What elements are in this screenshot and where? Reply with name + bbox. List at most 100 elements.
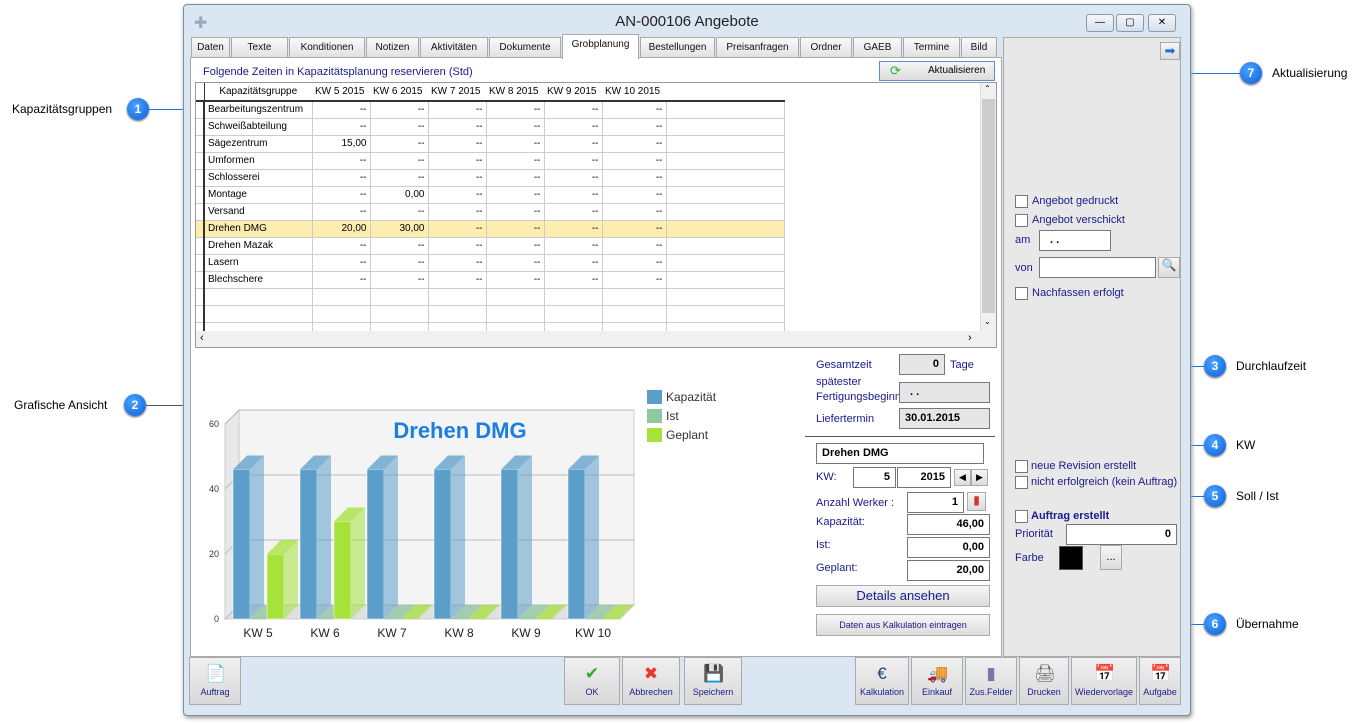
- kw-field[interactable]: 5: [853, 467, 896, 488]
- table-cell[interactable]: Montage: [204, 186, 313, 204]
- table-cell[interactable]: --: [544, 254, 603, 272]
- table-cell[interactable]: --: [486, 254, 545, 272]
- auftrag-erstellt-checkbox[interactable]: [1015, 510, 1028, 523]
- zus-button[interactable]: ▮ Zus.Felder: [965, 657, 1017, 705]
- table-cell[interactable]: --: [428, 152, 487, 170]
- table-cell[interactable]: --: [428, 135, 487, 153]
- tab-konditionen[interactable]: Konditionen: [289, 37, 365, 58]
- scroll-up-icon[interactable]: ⌃: [984, 84, 991, 93]
- tab-texte[interactable]: Texte: [231, 37, 288, 58]
- table-cell[interactable]: --: [370, 237, 429, 255]
- forward-arrow-button[interactable]: ➡: [1160, 42, 1180, 60]
- table-cell[interactable]: --: [544, 135, 603, 153]
- table-cell[interactable]: --: [370, 101, 429, 119]
- table-cell[interactable]: --: [544, 203, 603, 221]
- von-field[interactable]: [1039, 257, 1156, 278]
- table-cell[interactable]: 20,00: [312, 220, 371, 238]
- table-cell[interactable]: --: [312, 118, 371, 136]
- tab-gaeb[interactable]: GAEB: [853, 37, 902, 58]
- table-cell[interactable]: --: [312, 254, 371, 272]
- table-cell[interactable]: --: [602, 152, 667, 170]
- table-cell[interactable]: --: [486, 118, 545, 136]
- scrollbar-thumb[interactable]: [982, 99, 995, 313]
- color-swatch[interactable]: [1059, 546, 1083, 570]
- table-cell[interactable]: --: [486, 203, 545, 221]
- table-cell[interactable]: Drehen Mazak: [204, 237, 313, 255]
- speichern-button[interactable]: 💾 Speichern: [684, 657, 742, 705]
- vertical-scrollbar[interactable]: ⌃ ⌄: [980, 83, 996, 331]
- scroll-left-icon[interactable]: ‹: [200, 332, 204, 344]
- wieder-button[interactable]: 📅 Wiedervorlage: [1071, 657, 1137, 705]
- next-week-button[interactable]: ▶: [971, 469, 988, 486]
- am-date-field[interactable]: . .: [1039, 230, 1111, 251]
- geplant-field[interactable]: 20,00: [907, 560, 990, 581]
- table-cell[interactable]: --: [370, 254, 429, 272]
- table-cell[interactable]: --: [544, 271, 603, 289]
- tab-bild[interactable]: Bild: [961, 37, 997, 58]
- tab-grobplanung[interactable]: Grobplanung: [562, 34, 639, 59]
- tab-termine[interactable]: Termine: [903, 37, 960, 58]
- tab-dokumente[interactable]: Dokumente: [489, 37, 561, 58]
- table-cell[interactable]: --: [486, 135, 545, 153]
- row-marker[interactable]: [196, 169, 205, 187]
- search-button[interactable]: 🔍: [1158, 257, 1180, 278]
- tab-aktivitäten[interactable]: Aktivitäten: [420, 37, 488, 58]
- tab-ordner[interactable]: Ordner: [800, 37, 852, 58]
- table-cell[interactable]: --: [370, 118, 429, 136]
- prioritaet-field[interactable]: 0: [1066, 524, 1177, 545]
- table-cell[interactable]: --: [544, 101, 603, 119]
- table-cell[interactable]: Bearbeitungszentrum: [204, 101, 313, 119]
- tab-notizen[interactable]: Notizen: [366, 37, 419, 58]
- column-header[interactable]: Kapazitätsgruppe: [204, 83, 312, 102]
- tab-daten[interactable]: Daten: [191, 37, 230, 58]
- row-marker[interactable]: [196, 135, 205, 153]
- table-cell[interactable]: --: [428, 186, 487, 204]
- table-cell[interactable]: --: [312, 169, 371, 187]
- row-marker[interactable]: [196, 271, 205, 289]
- column-header[interactable]: KW 5 2015: [312, 83, 370, 102]
- table-cell[interactable]: --: [602, 220, 667, 238]
- table-cell[interactable]: --: [544, 237, 603, 255]
- nachfassen-checkbox[interactable]: [1015, 287, 1028, 300]
- table-cell[interactable]: --: [312, 101, 371, 119]
- table-cell[interactable]: --: [544, 118, 603, 136]
- scroll-right-icon[interactable]: ›: [968, 332, 972, 344]
- table-row[interactable]: Schlosserei -- -- -- -- -- --: [196, 169, 785, 187]
- table-cell[interactable]: Schlosserei: [204, 169, 313, 187]
- table-cell[interactable]: --: [428, 237, 487, 255]
- kapazitaet-field[interactable]: 46,00: [907, 514, 990, 535]
- table-cell[interactable]: --: [428, 220, 487, 238]
- table-row[interactable]: Schweißabteilung -- -- -- -- -- --: [196, 118, 785, 136]
- nicht-erfolgreich-checkbox[interactable]: [1015, 476, 1028, 489]
- table-row[interactable]: Lasern -- -- -- -- -- --: [196, 254, 785, 272]
- scroll-down-icon[interactable]: ⌄: [984, 317, 991, 326]
- table-cell[interactable]: --: [312, 271, 371, 289]
- table-cell[interactable]: 30,00: [370, 220, 429, 238]
- auftrag-button[interactable]: 📄 Auftrag: [189, 657, 241, 705]
- table-cell[interactable]: --: [312, 203, 371, 221]
- table-cell[interactable]: Umformen: [204, 152, 313, 170]
- table-cell[interactable]: Versand: [204, 203, 313, 221]
- table-cell[interactable]: --: [544, 220, 603, 238]
- table-cell[interactable]: Drehen DMG: [204, 220, 313, 238]
- kalkulation-button[interactable]: € Kalkulation: [855, 657, 909, 705]
- year-field[interactable]: 2015: [897, 467, 951, 488]
- table-cell[interactable]: Schweißabteilung: [204, 118, 313, 136]
- row-marker[interactable]: [196, 237, 205, 255]
- table-row[interactable]: Blechschere -- -- -- -- -- --: [196, 271, 785, 289]
- kalkulation-eintragen-button[interactable]: Daten aus Kalkulation eintragen: [816, 614, 990, 636]
- table-cell[interactable]: --: [486, 271, 545, 289]
- table-cell[interactable]: 0,00: [370, 186, 429, 204]
- table-cell[interactable]: --: [602, 101, 667, 119]
- table-cell[interactable]: --: [370, 169, 429, 187]
- details-ansehen-button[interactable]: Details ansehen: [816, 585, 990, 607]
- table-cell[interactable]: --: [428, 118, 487, 136]
- werker-field[interactable]: 1: [907, 492, 964, 513]
- revision-checkbox[interactable]: [1015, 460, 1028, 473]
- column-header[interactable]: KW 9 2015: [544, 83, 602, 102]
- table-cell[interactable]: --: [602, 186, 667, 204]
- table-cell[interactable]: --: [544, 169, 603, 187]
- table-cell[interactable]: Sägezentrum: [204, 135, 313, 153]
- verschickt-checkbox[interactable]: [1015, 214, 1028, 227]
- tab-preisanfragen[interactable]: Preisanfragen: [716, 37, 799, 58]
